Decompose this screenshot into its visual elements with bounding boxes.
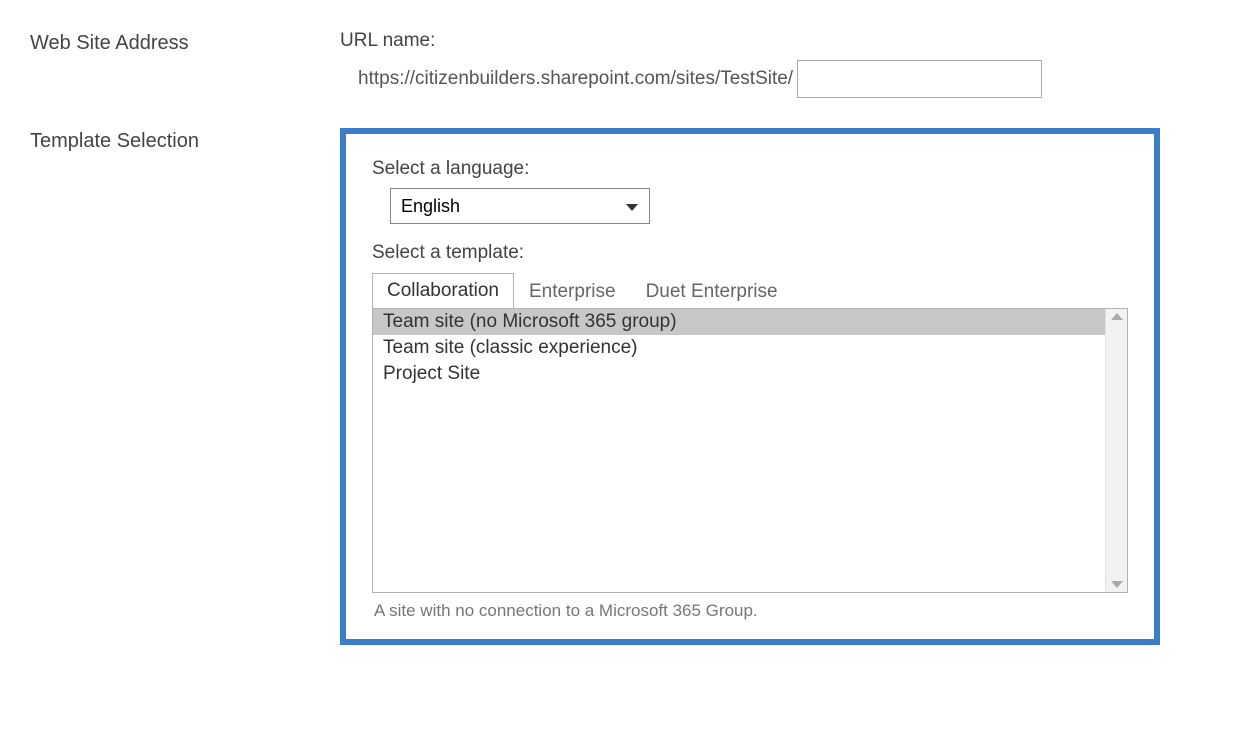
language-select[interactable]: English	[390, 188, 650, 224]
url-prefix: https://citizenbuilders.sharepoint.com/s…	[358, 68, 793, 90]
template-option-team-site-no-group[interactable]: Team site (no Microsoft 365 group)	[373, 309, 1105, 335]
template-option-team-site-classic[interactable]: Team site (classic experience)	[373, 335, 1105, 361]
scrollbar-up-icon[interactable]	[1111, 313, 1123, 320]
url-name-label: URL name:	[340, 30, 1220, 52]
tab-collaboration[interactable]: Collaboration	[372, 273, 514, 309]
tab-enterprise[interactable]: Enterprise	[514, 274, 631, 309]
web-site-address-content: URL name: https://citizenbuilders.sharep…	[340, 30, 1220, 98]
select-template-label: Select a template:	[372, 242, 1128, 264]
web-site-address-section: Web Site Address URL name: https://citiz…	[30, 30, 1220, 98]
template-selection-content: Select a language: English Select a temp…	[340, 128, 1220, 645]
template-tabs: Collaboration Enterprise Duet Enterprise	[372, 273, 1128, 309]
language-select-wrap: English	[390, 188, 1128, 224]
scrollbar-down-icon[interactable]	[1111, 581, 1123, 588]
listbox-scrollbar[interactable]	[1105, 309, 1127, 592]
url-row: https://citizenbuilders.sharepoint.com/s…	[340, 60, 1220, 98]
template-selection-section: Template Selection Select a language: En…	[30, 128, 1220, 645]
template-listbox-wrap: Team site (no Microsoft 365 group) Team …	[372, 308, 1128, 593]
tab-duet-enterprise[interactable]: Duet Enterprise	[631, 274, 793, 309]
template-selection-label: Template Selection	[30, 130, 340, 153]
template-option-project-site[interactable]: Project Site	[373, 361, 1105, 387]
template-selection-highlight: Select a language: English Select a temp…	[340, 128, 1160, 645]
web-site-address-label: Web Site Address	[30, 32, 340, 55]
url-name-input[interactable]	[797, 60, 1042, 98]
template-description: A site with no connection to a Microsoft…	[374, 601, 1128, 621]
select-language-label: Select a language:	[372, 158, 1128, 180]
section-label-col: Template Selection	[30, 128, 340, 645]
language-select-container: English	[390, 188, 650, 224]
template-listbox[interactable]: Team site (no Microsoft 365 group) Team …	[373, 309, 1105, 592]
section-label-col: Web Site Address	[30, 30, 340, 98]
